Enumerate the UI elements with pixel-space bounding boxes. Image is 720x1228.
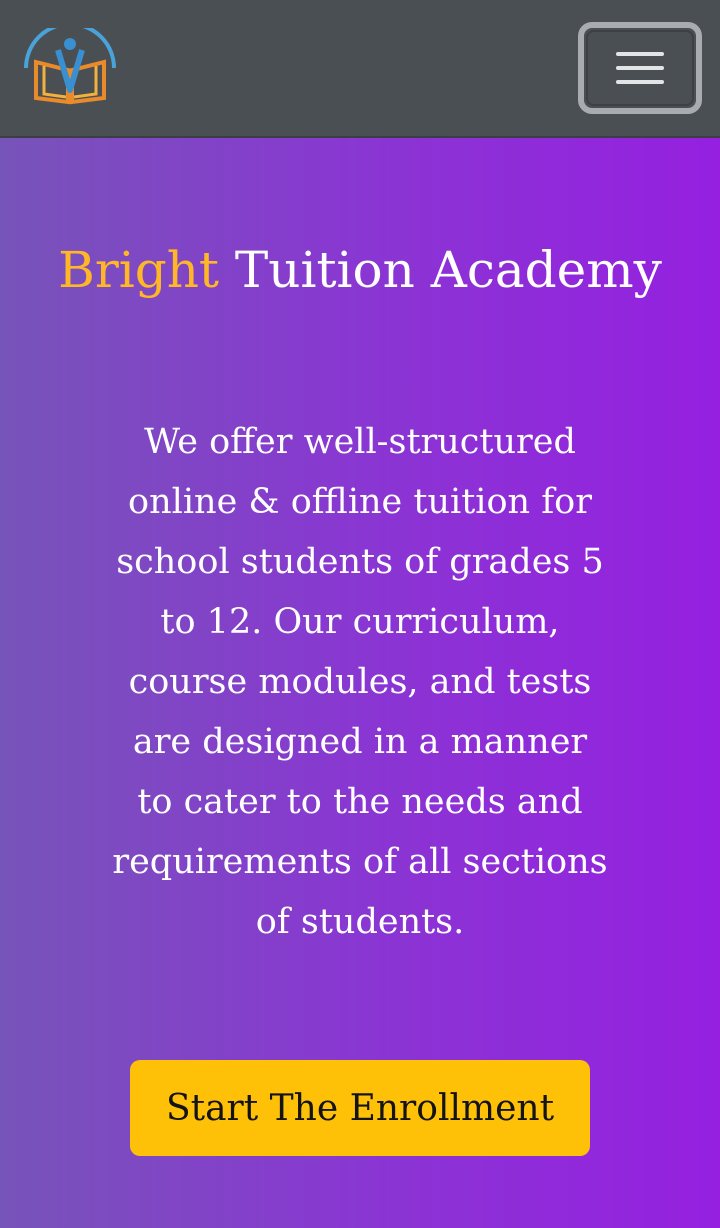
hero-section: Bright Tuition Academy We offer well-str… xyxy=(0,138,720,1228)
hamburger-menu-icon-bar-middle xyxy=(616,66,664,70)
navbar-toggle-button[interactable] xyxy=(578,22,702,114)
navbar xyxy=(0,0,720,138)
hamburger-menu-icon xyxy=(616,52,664,56)
hamburger-menu-icon-bar-bottom xyxy=(616,80,664,84)
academy-book-logo-icon xyxy=(24,22,116,105)
hero-title-accent: Bright xyxy=(58,241,220,299)
hero-title-rest: Tuition Academy xyxy=(219,241,662,299)
hero-description: We offer well-structured online & offlin… xyxy=(112,422,608,942)
start-enrollment-button[interactable]: Start The Enrollment xyxy=(130,1060,590,1156)
hero-title: Bright Tuition Academy xyxy=(0,238,720,302)
academy-logo-link[interactable] xyxy=(22,22,118,106)
